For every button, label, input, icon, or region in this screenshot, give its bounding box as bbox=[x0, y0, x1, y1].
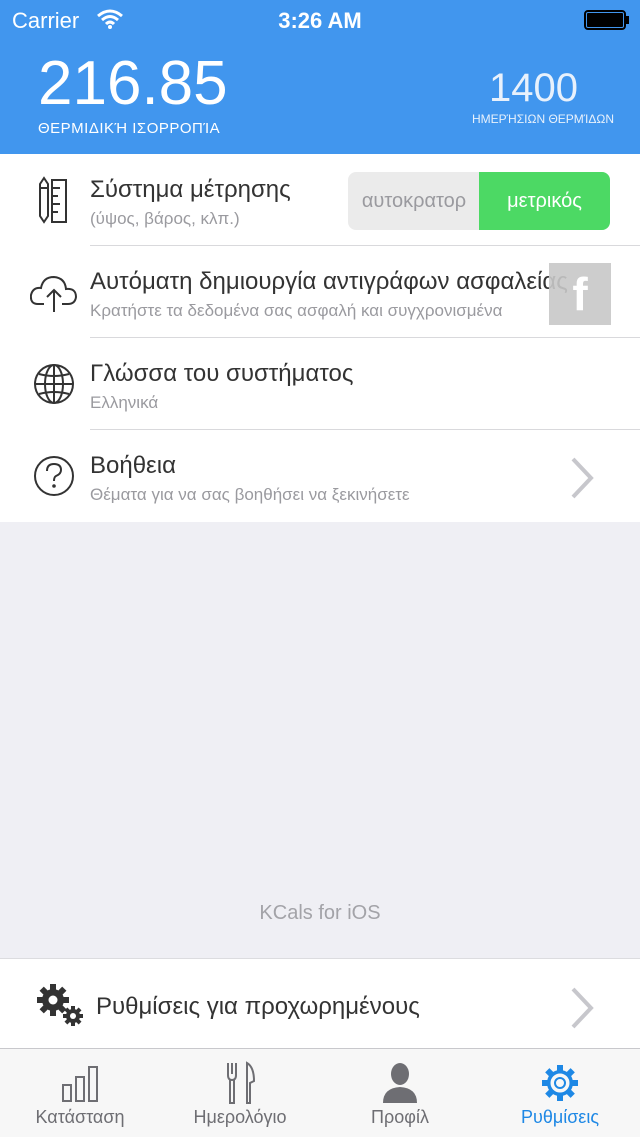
help-row[interactable]: Βοήθεια Θέματα για να σας βοηθήσει να ξε… bbox=[0, 430, 640, 522]
measurement-system-row: Σύστημα μέτρησης (ύψος, βάρος, κλπ.) αυτ… bbox=[0, 154, 640, 246]
calorie-balance-label: ΘΕΡΜΙΔΙΚΉ ΙΣΟΡΡΟΠΊΑ bbox=[38, 120, 221, 137]
gears-icon bbox=[36, 983, 86, 1029]
advanced-settings-title: Ρυθμίσεις για προχωρημένους bbox=[96, 993, 420, 1020]
unit-segmented-control: αυτοκρατορ μετρικός bbox=[348, 172, 610, 230]
tab-profile[interactable]: Προφίλ bbox=[320, 1049, 480, 1137]
measurement-system-title: Σύστημα μέτρησης bbox=[90, 176, 291, 203]
facebook-button[interactable]: f bbox=[549, 263, 611, 325]
battery-icon bbox=[584, 10, 630, 30]
person-icon bbox=[380, 1061, 420, 1105]
daily-calories-value: 1400 bbox=[489, 66, 578, 110]
system-language-value: Ελληνικά bbox=[90, 393, 159, 412]
advanced-settings-row[interactable]: Ρυθμίσεις για προχωρημένους bbox=[0, 958, 640, 1049]
help-subtitle: Θέματα για να σας βοηθήσει να ξεκινήσετε bbox=[90, 485, 410, 504]
system-language-row[interactable]: Γλώσσα του συστήματος Ελληνικά bbox=[0, 338, 640, 430]
calorie-balance-value: 216.85 bbox=[38, 49, 228, 118]
auto-backup-subtitle: Κρατήστε τα δεδομένα σας ασφαλή και συγχ… bbox=[90, 301, 503, 320]
system-language-title: Γλώσσα του συστήματος bbox=[90, 360, 354, 387]
globe-icon bbox=[30, 360, 78, 408]
chevron-right-icon bbox=[570, 456, 594, 505]
cloud-upload-icon bbox=[29, 268, 78, 316]
tab-status[interactable]: Κατάσταση bbox=[0, 1049, 160, 1137]
status-bar: Carrier 3:26 AM bbox=[0, 0, 640, 40]
metric-option[interactable]: μετρικός bbox=[479, 172, 610, 230]
tab-profile-label: Προφίλ bbox=[371, 1107, 429, 1127]
pencil-ruler-icon bbox=[30, 176, 78, 224]
header: Carrier 3:26 AM 216.85 ΘΕΡΜΙΔΙΚΉ ΙΣΟΡΡΟΠ… bbox=[0, 0, 640, 154]
help-circle-icon bbox=[30, 452, 78, 500]
bar-chart-icon bbox=[60, 1061, 100, 1105]
status-time: 3:26 AM bbox=[278, 8, 362, 33]
daily-calories-label: ΗΜΕΡΉΣΙΩΝ ΘΕΡΜΊΔΩΝ bbox=[472, 112, 615, 126]
tab-diary-label: Ημερολόγιο bbox=[193, 1107, 287, 1127]
facebook-icon: f bbox=[572, 268, 588, 320]
tab-settings-label: Ρυθμίσεις bbox=[520, 1107, 600, 1127]
tab-status-label: Κατάσταση bbox=[35, 1107, 125, 1127]
tab-bar: Κατάσταση Ημερολόγιο Προφίλ Ρυθμίσεις bbox=[0, 1048, 640, 1137]
app-version-note: KCals for iOS bbox=[259, 902, 381, 924]
auto-backup-row[interactable]: Αυτόματη δημιουργία αντιγράφων ασφαλείας… bbox=[0, 246, 640, 338]
auto-backup-title: Αυτόματη δημιουργία αντιγράφων ασφαλείας bbox=[90, 268, 568, 295]
fork-knife-icon bbox=[220, 1061, 260, 1105]
imperial-option[interactable]: αυτοκρατορ bbox=[348, 172, 480, 230]
chevron-right-icon bbox=[570, 986, 594, 1035]
tab-settings[interactable]: Ρυθμίσεις bbox=[480, 1049, 640, 1137]
measurement-system-subtitle: (ύψος, βάρος, κλπ.) bbox=[90, 209, 240, 228]
settings-list: Σύστημα μέτρησης (ύψος, βάρος, κλπ.) αυτ… bbox=[0, 154, 640, 522]
tab-diary[interactable]: Ημερολόγιο bbox=[160, 1049, 320, 1137]
gear-icon bbox=[540, 1061, 580, 1105]
help-title: Βοήθεια bbox=[90, 452, 176, 479]
